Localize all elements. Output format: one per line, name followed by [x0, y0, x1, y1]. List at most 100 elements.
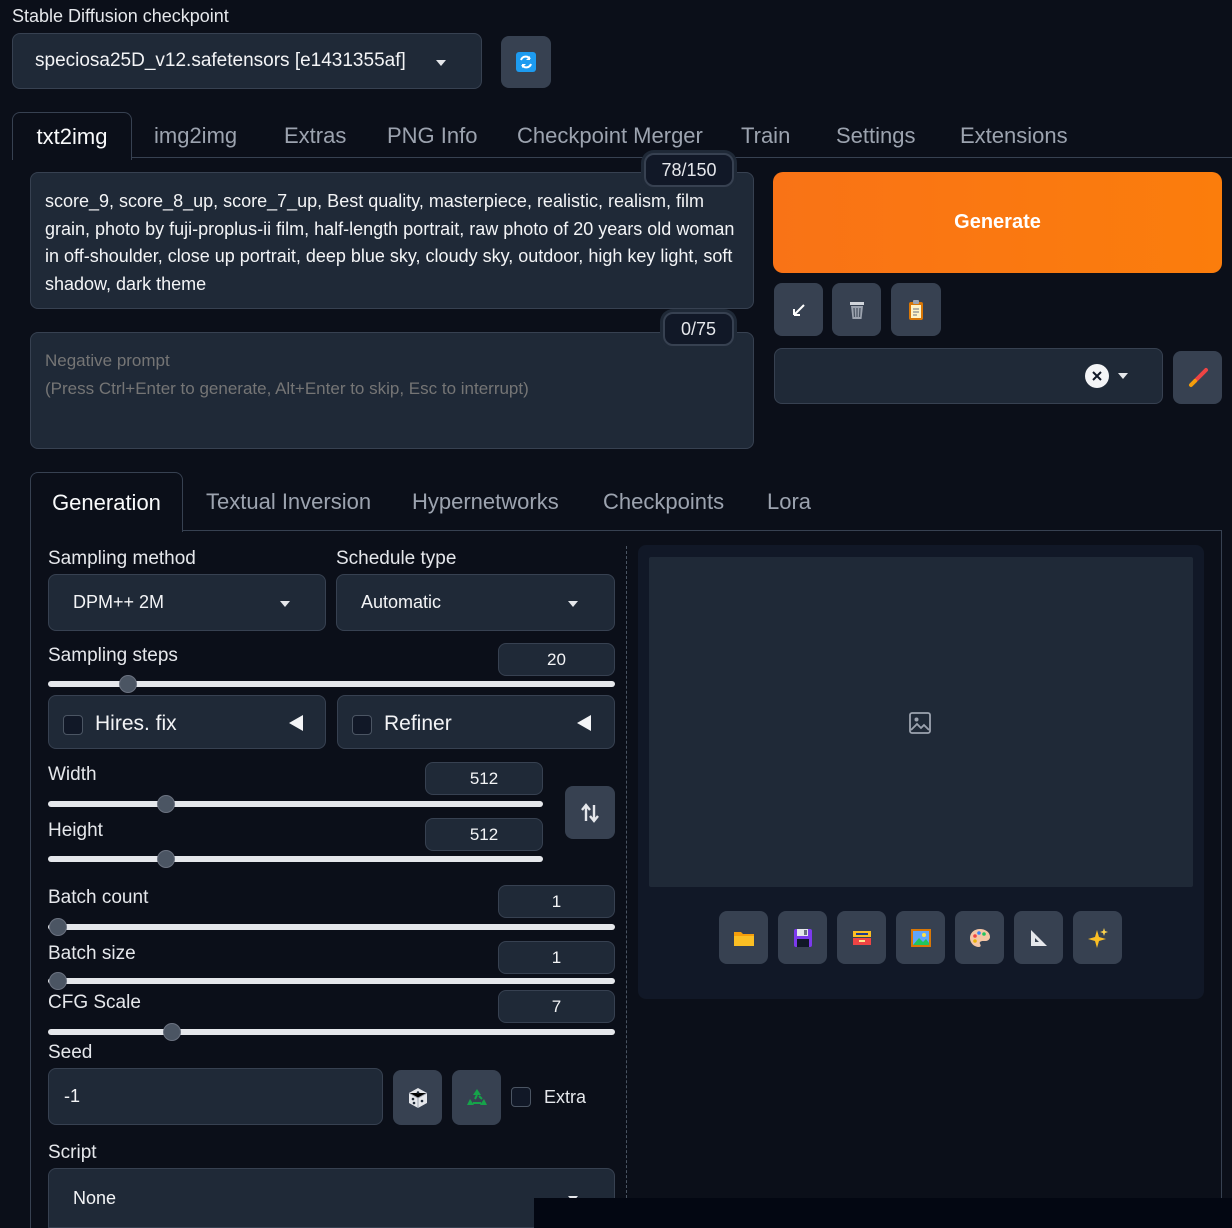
- top-tabs: txt2img img2img Extras PNG Info Checkpoi…: [0, 112, 1232, 160]
- sampling-method-label: Sampling method: [48, 548, 196, 569]
- panel-border-right: [1221, 531, 1222, 1228]
- cfg-scale-label: CFG Scale: [48, 992, 141, 1013]
- archive-icon: [852, 930, 871, 945]
- tab-txt2img[interactable]: txt2img: [12, 112, 132, 160]
- tab-lora[interactable]: Lora: [767, 472, 811, 532]
- read-params-button[interactable]: [774, 283, 823, 336]
- open-folder-button[interactable]: [719, 911, 768, 964]
- checkpoint-dropdown[interactable]: speciosa25D_v12.safetensors [e1431355af]: [12, 33, 482, 89]
- tab-extras[interactable]: Extras: [284, 112, 346, 160]
- image-placeholder-icon: [909, 712, 931, 734]
- sparkles-icon: [1087, 927, 1108, 948]
- dice-icon: [408, 1087, 427, 1108]
- batch-count-slider-thumb[interactable]: [49, 918, 67, 936]
- refresh-icon: [516, 52, 536, 72]
- width-input[interactable]: 512: [425, 762, 543, 795]
- random-seed-button[interactable]: [393, 1070, 442, 1125]
- palette-icon: [969, 928, 990, 947]
- script-label: Script: [48, 1142, 97, 1163]
- tab-checkpoints[interactable]: Checkpoints: [603, 472, 724, 532]
- tab-img2img[interactable]: img2img: [154, 112, 237, 160]
- tab-settings[interactable]: Settings: [836, 112, 916, 160]
- refiner-accordion[interactable]: Refiner: [337, 695, 615, 749]
- tab-train[interactable]: Train: [741, 112, 790, 160]
- send-to-extras-button[interactable]: [1014, 911, 1063, 964]
- sampling-steps-label: Sampling steps: [48, 645, 178, 666]
- cfg-scale-slider-track[interactable]: [48, 1029, 615, 1035]
- swap-arrows-icon: [581, 802, 599, 823]
- hires-fix-accordion[interactable]: Hires. fix: [48, 695, 326, 749]
- upscale-button[interactable]: [1073, 911, 1122, 964]
- generation-tabs: Generation Textual Inversion Hypernetwor…: [30, 472, 1222, 532]
- framed-picture-icon: [910, 928, 931, 947]
- height-slider-track[interactable]: [48, 856, 543, 862]
- seed-input[interactable]: -1: [48, 1068, 383, 1125]
- negative-prompt-input[interactable]: [31, 333, 753, 448]
- extra-seed-label: Extra: [544, 1087, 587, 1107]
- hires-fix-checkbox[interactable]: [63, 715, 83, 735]
- negative-prompt-container: [30, 332, 754, 449]
- clipboard-icon: [909, 299, 923, 320]
- width-slider-track[interactable]: [48, 801, 543, 807]
- batch-size-slider-track[interactable]: [48, 978, 615, 984]
- schedule-type-label: Schedule type: [336, 548, 457, 569]
- chevron-down-icon: [568, 601, 578, 607]
- checkpoint-value: speciosa25D_v12.safetensors [e1431355af]: [35, 50, 406, 71]
- output-panel: [638, 545, 1204, 999]
- refresh-checkpoint-button[interactable]: [501, 36, 551, 88]
- clear-icon[interactable]: [1085, 364, 1109, 388]
- recycle-icon: [466, 1088, 487, 1105]
- batch-count-input[interactable]: 1: [498, 885, 615, 918]
- clear-prompt-button[interactable]: [832, 283, 881, 336]
- chevron-down-icon: [280, 601, 290, 607]
- height-input[interactable]: 512: [425, 818, 543, 851]
- negative-prompt-token-counter: 0/75: [663, 312, 734, 346]
- prompt-container: score_9, score_8_up, score_7_up, Best qu…: [30, 172, 754, 309]
- save-button[interactable]: [778, 911, 827, 964]
- extra-seed-checkbox[interactable]: [511, 1087, 531, 1107]
- zip-button[interactable]: [837, 911, 886, 964]
- cfg-scale-slider-thumb[interactable]: [163, 1023, 181, 1041]
- refiner-label: Refiner: [384, 712, 452, 735]
- prompt-input[interactable]: score_9, score_8_up, score_7_up, Best qu…: [31, 173, 753, 308]
- script-dropdown[interactable]: None: [48, 1168, 615, 1228]
- sampling-method-dropdown[interactable]: DPM++ 2M: [48, 574, 326, 631]
- collapse-arrow-icon: [289, 715, 303, 731]
- sampling-steps-input[interactable]: 20: [498, 643, 615, 676]
- collapse-arrow-icon: [577, 715, 591, 731]
- prompt-token-counter: 78/150: [644, 153, 734, 187]
- batch-size-slider-thumb[interactable]: [49, 972, 67, 990]
- sampling-steps-slider-thumb[interactable]: [119, 675, 137, 693]
- output-image-area: [649, 557, 1193, 887]
- generate-button[interactable]: Generate: [773, 172, 1222, 273]
- batch-count-label: Batch count: [48, 887, 149, 908]
- chevron-down-icon: [1118, 373, 1128, 379]
- schedule-type-value: Automatic: [361, 592, 442, 612]
- edit-styles-button[interactable]: [1173, 351, 1222, 404]
- schedule-type-dropdown[interactable]: Automatic: [336, 574, 615, 631]
- send-to-inpaint-button[interactable]: [955, 911, 1004, 964]
- chevron-down-icon: [436, 60, 446, 66]
- width-label: Width: [48, 764, 97, 785]
- swap-dimensions-button[interactable]: [565, 786, 615, 839]
- send-to-img2img-button[interactable]: [896, 911, 945, 964]
- checkpoint-label: Stable Diffusion checkpoint: [12, 6, 229, 26]
- height-slider-thumb[interactable]: [157, 850, 175, 868]
- tab-textual-inversion[interactable]: Textual Inversion: [206, 472, 371, 532]
- refiner-checkbox[interactable]: [352, 715, 372, 735]
- batch-count-slider-track[interactable]: [48, 924, 615, 930]
- cfg-scale-input[interactable]: 7: [498, 990, 615, 1023]
- apply-style-button[interactable]: [891, 283, 941, 336]
- batch-size-input[interactable]: 1: [498, 941, 615, 974]
- tab-extensions[interactable]: Extensions: [960, 112, 1068, 160]
- tab-hypernetworks[interactable]: Hypernetworks: [412, 472, 559, 532]
- tab-generation[interactable]: Generation: [30, 472, 183, 532]
- overlay-strip: [534, 1198, 1232, 1228]
- reuse-seed-button[interactable]: [452, 1070, 501, 1125]
- seed-label: Seed: [48, 1042, 93, 1063]
- width-slider-thumb[interactable]: [157, 795, 175, 813]
- script-value: None: [73, 1187, 117, 1208]
- panel-border-left: [30, 531, 31, 1228]
- styles-dropdown[interactable]: [774, 348, 1163, 404]
- tab-png-info[interactable]: PNG Info: [387, 112, 477, 160]
